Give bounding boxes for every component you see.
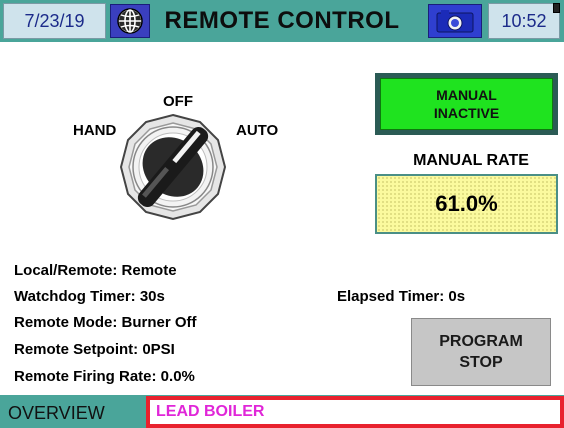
selector-switch-graphic (119, 113, 227, 221)
switch-hand-label: HAND (73, 122, 117, 139)
language-button[interactable] (110, 4, 150, 38)
lead-boiler-banner: LEAD BOILER (146, 396, 564, 428)
manual-status-panel: MANUAL INACTIVE (380, 78, 553, 130)
remote-mode-status: Remote Mode: Burner Off (14, 314, 197, 331)
manual-line1: MANUAL (436, 87, 497, 103)
program-stop-line1: PROGRAM (439, 333, 523, 350)
remote-setpoint-status: Remote Setpoint: 0PSI (14, 341, 175, 358)
overview-button[interactable]: OVERVIEW (0, 398, 145, 428)
manual-line2: INACTIVE (433, 105, 500, 121)
manual-mode-button[interactable]: MANUAL INACTIVE (375, 73, 558, 135)
page-title: REMOTE CONTROL (164, 7, 400, 34)
switch-off-label: OFF (163, 93, 193, 110)
camera-icon (436, 10, 474, 33)
manual-rate-input[interactable]: 61.0% (375, 174, 558, 234)
switch-auto-label: AUTO (236, 122, 279, 139)
time-display: 10:52 (488, 3, 560, 39)
battery-icon (553, 3, 560, 13)
date-display: 7/23/19 (3, 3, 106, 39)
remote-firing-rate-status: Remote Firing Rate: 0.0% (14, 368, 195, 385)
elapsed-timer-status: Elapsed Timer: 0s (337, 288, 466, 305)
hand-off-auto-selector[interactable] (118, 112, 228, 222)
watchdog-timer-status: Watchdog Timer: 30s (14, 288, 165, 305)
screenshot-button[interactable] (428, 4, 482, 38)
program-stop-line2: STOP (459, 354, 503, 371)
local-remote-status: Local/Remote: Remote (14, 262, 177, 279)
globe-icon (117, 8, 143, 34)
program-stop-button[interactable]: PROGRAM STOP (411, 318, 551, 386)
manual-rate-label: MANUAL RATE (413, 152, 529, 169)
